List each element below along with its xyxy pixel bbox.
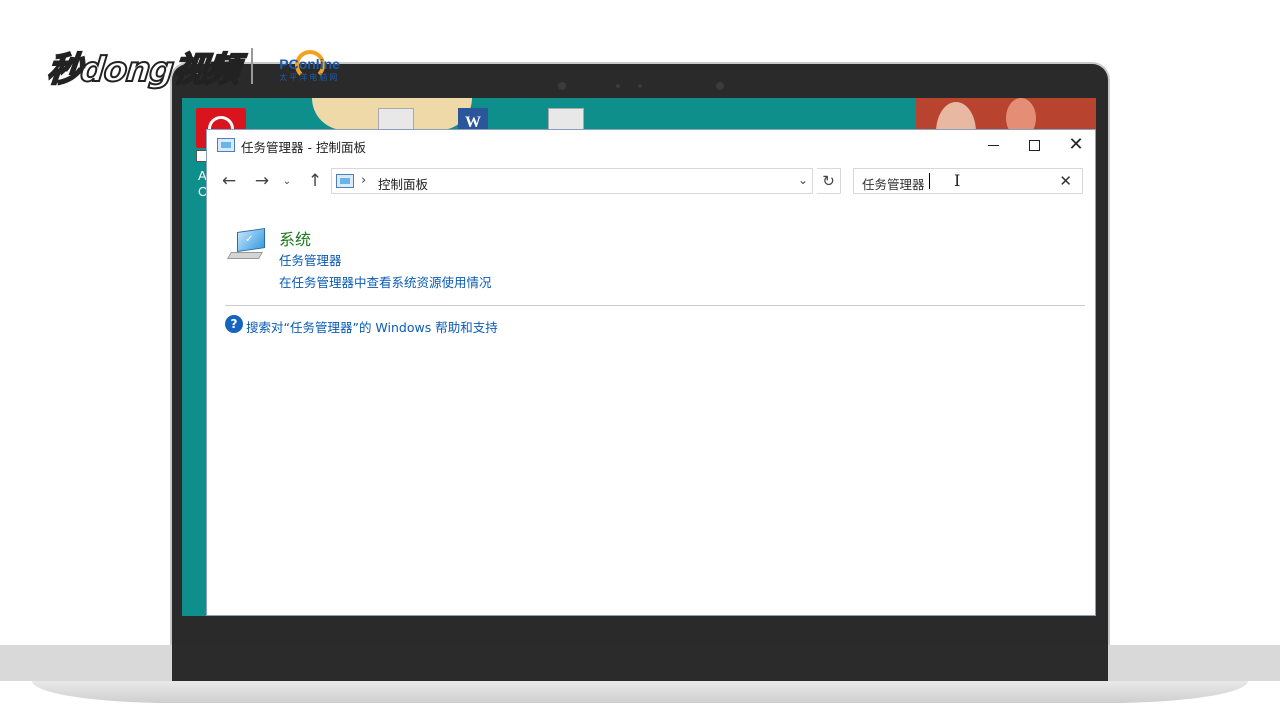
brand-separator (251, 48, 254, 84)
chevron-down-icon: ⌄ (797, 173, 808, 187)
sensor-dot (558, 82, 566, 90)
video-frame: 秒dong视频 PConline 太平洋电脑网 W A C 任务管理器 - 控制… (0, 0, 1280, 720)
close-icon: ✕ (1059, 172, 1072, 190)
control-panel-window: 任务管理器 - 控制面板 ✕ ← → ⌄ ↑ › 控制面板 ⌄ ↻ 任务管理器 … (206, 129, 1096, 616)
laptop-bezel-bottom (172, 645, 1108, 681)
windows-help-link[interactable]: 搜索对“任务管理器”的 Windows 帮助和支持 (246, 317, 498, 336)
brand-watermark: 秒dong视频 PConline 太平洋电脑网 (45, 44, 355, 91)
recent-locations-button[interactable]: ⌄ (280, 170, 294, 192)
partner-logo-text: PConline (279, 56, 340, 72)
search-box[interactable]: 任务管理器 I ✕ (853, 168, 1083, 194)
partner-logo: PConline 太平洋电脑网 (265, 46, 355, 86)
close-icon: ✕ (1068, 134, 1084, 155)
laptop-base (32, 681, 1248, 703)
divider (225, 305, 1085, 306)
forward-button[interactable]: → (251, 170, 273, 192)
chevron-down-icon: ⌄ (282, 175, 292, 187)
up-arrow-icon: ↑ (307, 171, 323, 191)
maximize-icon (1028, 139, 1040, 151)
view-resource-usage-link[interactable]: 在任务管理器中查看系统资源使用情况 (279, 272, 492, 291)
sensor-dot (638, 84, 642, 88)
maximize-button[interactable] (1013, 130, 1055, 160)
address-bar[interactable]: › 控制面板 ⌄ (331, 168, 813, 194)
back-arrow-icon: ← (221, 171, 237, 191)
task-manager-link[interactable]: 任务管理器 (279, 250, 342, 269)
refresh-button[interactable]: ↻ (817, 168, 841, 194)
address-dropdown-button[interactable]: ⌄ (798, 173, 808, 187)
close-button[interactable]: ✕ (1055, 130, 1097, 160)
camera-dot (716, 82, 724, 90)
system-icon[interactable]: ✓ (226, 228, 267, 262)
partner-logo-subtext: 太平洋电脑网 (279, 73, 340, 82)
check-icon: ✓ (245, 234, 254, 245)
help-icon: ? (225, 315, 243, 333)
sensor-dot (616, 84, 620, 88)
clear-search-button[interactable]: ✕ (1059, 172, 1072, 190)
breadcrumb-control-panel[interactable]: 控制面板 (378, 174, 428, 193)
keyboard-icon (226, 252, 264, 259)
forward-arrow-icon: → (254, 171, 270, 191)
title-bar[interactable]: 任务管理器 - 控制面板 ✕ (207, 130, 1095, 160)
minimize-button[interactable] (972, 130, 1014, 160)
minimize-icon (987, 144, 999, 146)
up-button[interactable]: ↑ (304, 170, 326, 192)
brand-logo-text: 秒dong视频 (45, 49, 242, 91)
ibeam-cursor-icon: I (954, 171, 961, 190)
control-panel-icon (336, 174, 354, 188)
window-title: 任务管理器 - 控制面板 (241, 140, 366, 155)
refresh-icon: ↻ (822, 172, 835, 190)
search-input[interactable]: 任务管理器 (862, 174, 925, 193)
navigation-bar: ← → ⌄ ↑ › 控制面板 ⌄ ↻ 任务管理器 I ✕ (207, 164, 1095, 198)
control-panel-icon (217, 138, 235, 152)
category-system-link[interactable]: 系统 (279, 226, 311, 250)
breadcrumb-chevron-icon[interactable]: › (361, 173, 366, 188)
text-caret (929, 173, 930, 189)
back-button[interactable]: ← (218, 170, 240, 192)
